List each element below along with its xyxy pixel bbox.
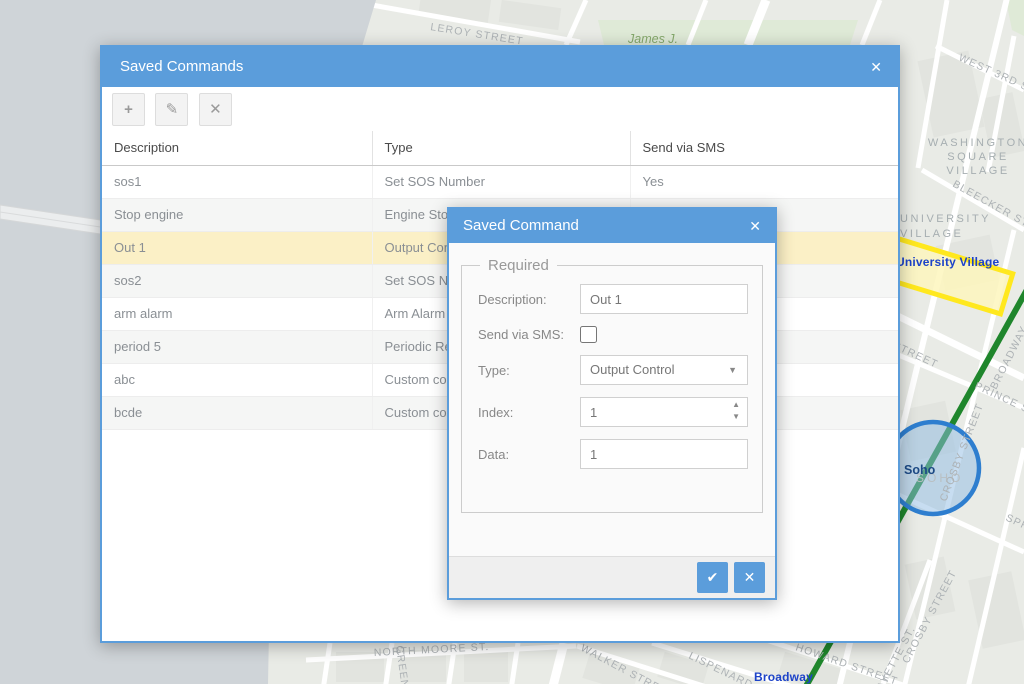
index-row: Index: ▲ ▼: [478, 397, 754, 427]
cell-description: period 5: [102, 330, 372, 363]
data-label: Data:: [478, 447, 580, 462]
column-send-via-sms[interactable]: Send via SMS: [630, 131, 898, 165]
cell-description: sos2: [102, 264, 372, 297]
cell-description: arm alarm: [102, 297, 372, 330]
area-label: WASHINGTON: [928, 137, 1024, 149]
close-icon[interactable]: ✕: [870, 47, 882, 87]
cell-description: sos1: [102, 165, 372, 198]
cell-sms: Yes: [630, 165, 898, 198]
data-input[interactable]: [580, 439, 748, 469]
required-fieldset: Required Description: Send via SMS: Type…: [461, 257, 763, 513]
delete-command-button[interactable]: ✕: [199, 93, 232, 126]
saved-command-dialog: Saved Command ✕ Required Description: Se…: [447, 207, 777, 600]
spinner-down-icon[interactable]: ▼: [732, 411, 740, 423]
area-label: SQUARE: [947, 151, 1008, 163]
cell-description: abc: [102, 363, 372, 396]
plus-icon: +: [124, 101, 133, 118]
description-row: Description:: [478, 284, 754, 314]
send-via-sms-row: Send via SMS:: [478, 326, 754, 343]
type-select-value: Output Control: [590, 362, 675, 377]
poi-label: Broadway: [754, 670, 813, 684]
cell-type: Set SOS Number: [372, 165, 630, 198]
saved-command-title: Saved Command: [463, 217, 579, 234]
pencil-icon: ✎: [166, 101, 179, 118]
poi-label: University Village: [896, 255, 1000, 269]
saved-commands-title: Saved Commands: [120, 58, 243, 75]
saved-command-header[interactable]: Saved Command ✕: [449, 209, 775, 243]
area-label: VILLAGE: [946, 165, 1009, 177]
cancel-button[interactable]: ✕: [734, 562, 765, 593]
description-label: Description:: [478, 292, 580, 307]
cell-description: Stop engine: [102, 198, 372, 231]
check-icon: ✔: [707, 569, 719, 585]
description-input[interactable]: [580, 284, 748, 314]
chevron-down-icon: ▼: [728, 356, 737, 384]
data-row: Data:: [478, 439, 754, 469]
close-icon[interactable]: ✕: [749, 209, 761, 243]
table-header-row: Description Type Send via SMS: [102, 131, 898, 165]
table-row[interactable]: sos1Set SOS NumberYes: [102, 165, 898, 198]
saved-command-body: Required Description: Send via SMS: Type…: [449, 243, 775, 556]
cell-description: bcde: [102, 396, 372, 429]
index-label: Index:: [478, 405, 580, 420]
add-command-button[interactable]: +: [112, 93, 145, 126]
send-via-sms-label: Send via SMS:: [478, 327, 580, 342]
type-row: Type: Output Control ▼: [478, 355, 754, 385]
required-legend: Required: [480, 257, 557, 274]
send-via-sms-checkbox[interactable]: [580, 326, 597, 343]
area-label: VILLAGE: [900, 228, 963, 240]
edit-command-button[interactable]: ✎: [155, 93, 188, 126]
type-select[interactable]: Output Control ▼: [580, 355, 748, 385]
poi-label: Soho: [904, 463, 936, 477]
cell-description: Out 1: [102, 231, 372, 264]
type-label: Type:: [478, 363, 580, 378]
confirm-button[interactable]: ✔: [697, 562, 728, 593]
park-label: James J.: [627, 32, 678, 46]
spinner-up-icon[interactable]: ▲: [732, 399, 740, 411]
index-input[interactable]: [580, 397, 748, 427]
area-label: UNIVERSITY: [900, 213, 991, 225]
cross-icon: ✕: [209, 101, 222, 118]
saved-command-footer: ✔ ✕: [449, 556, 775, 598]
saved-commands-header[interactable]: Saved Commands ✕: [102, 47, 898, 87]
commands-toolbar: + ✎ ✕: [102, 87, 898, 131]
column-type[interactable]: Type: [372, 131, 630, 165]
index-stepper: ▲ ▼: [580, 397, 748, 427]
close-icon: ✕: [744, 569, 756, 585]
column-description[interactable]: Description: [102, 131, 372, 165]
